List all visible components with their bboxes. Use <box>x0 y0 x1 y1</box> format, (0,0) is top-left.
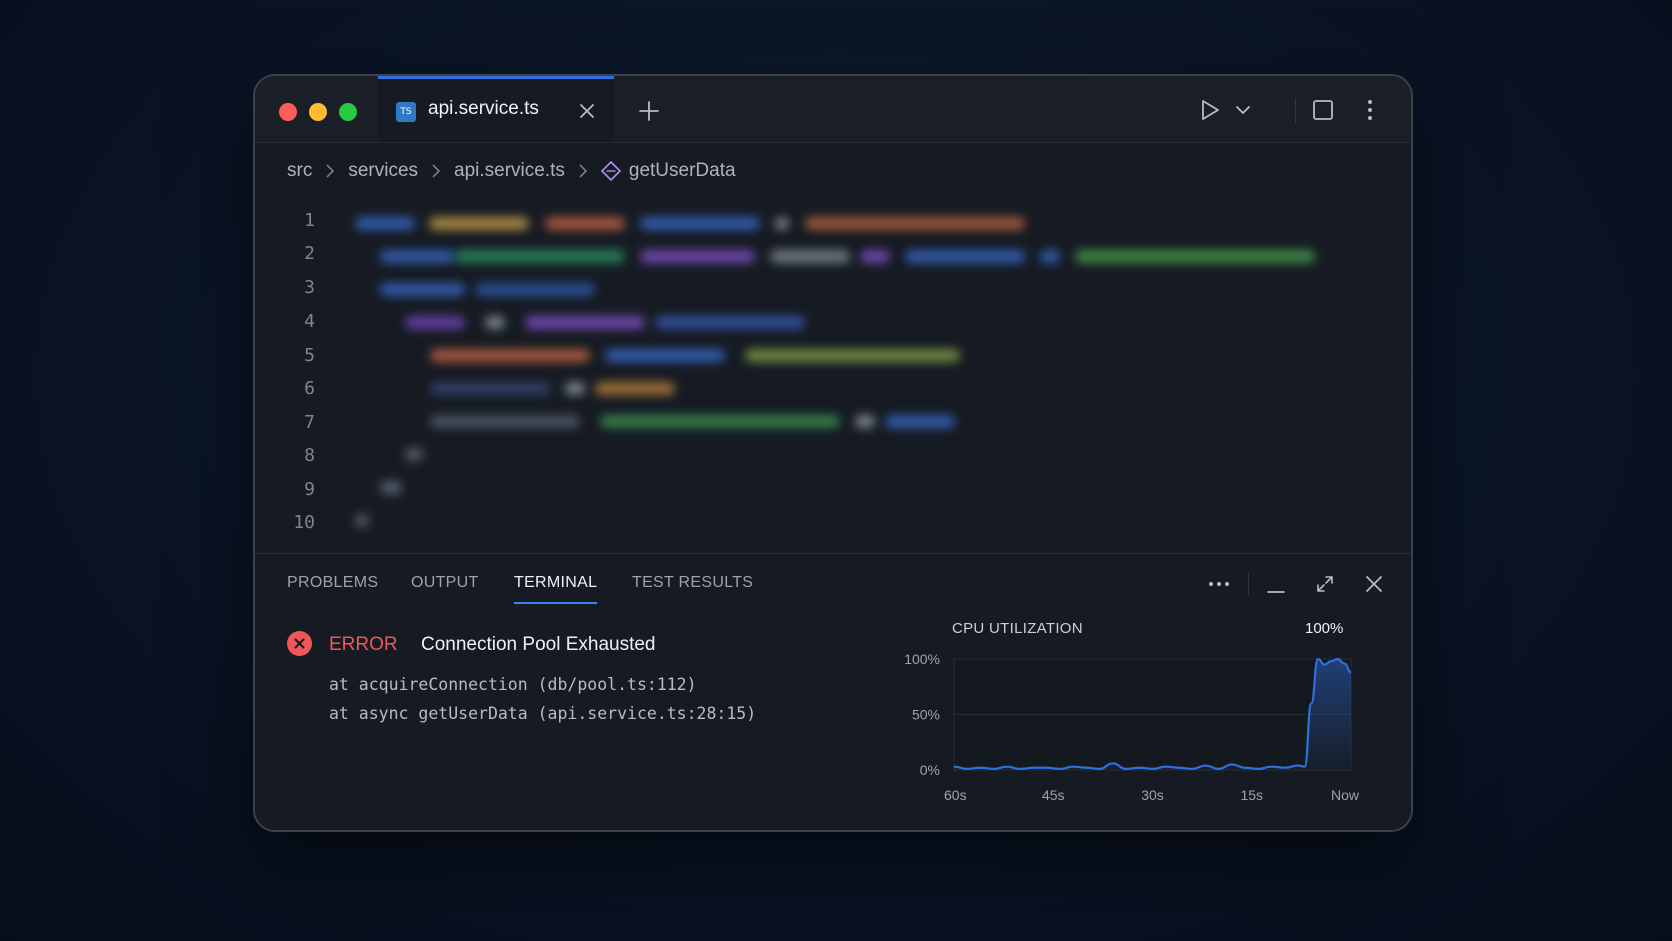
blurred-code-token <box>430 415 580 428</box>
breadcrumb: src services api.service.ts getUserData <box>287 156 736 186</box>
active-tab-indicator <box>378 76 614 79</box>
blurred-code-token <box>405 448 423 461</box>
y-tick-label: 100% <box>904 651 940 667</box>
blurred-code-token <box>600 415 840 428</box>
blurred-code-token <box>565 382 585 395</box>
close-window-button[interactable] <box>279 103 297 121</box>
editor-window: TS api.service.ts src services api.servi… <box>253 74 1413 832</box>
line-number: 10 <box>293 512 315 533</box>
cpu-utilization-chart: 100% 50% 0%60s 45s 30s 15s Now <box>904 651 1360 803</box>
close-panel-icon[interactable] <box>1364 574 1384 594</box>
more-vertical-icon[interactable] <box>1366 98 1374 122</box>
blurred-code-token <box>380 283 465 296</box>
line-number: 6 <box>304 378 315 399</box>
tab-terminal[interactable]: TERMINAL <box>514 574 597 592</box>
breadcrumb-item-symbol[interactable]: getUserData <box>629 160 736 182</box>
blurred-code-token <box>605 349 725 362</box>
blurred-code-token <box>855 415 875 428</box>
y-tick-label: 50% <box>912 707 940 723</box>
blurred-code-token <box>805 217 1025 230</box>
method-symbol-icon <box>600 161 621 181</box>
blurred-code-token <box>429 217 529 230</box>
title-bar: TS api.service.ts <box>255 76 1411 143</box>
blurred-code-token <box>475 283 595 296</box>
blurred-code-token <box>905 250 1025 263</box>
run-icon[interactable] <box>1199 98 1221 122</box>
blurred-code-token <box>770 250 850 263</box>
x-tick-label: Now <box>1331 787 1360 803</box>
blurred-code-token <box>430 382 550 395</box>
blurred-code-token <box>405 316 465 329</box>
chevron-right-icon <box>432 164 441 178</box>
stack-trace-line: at acquireConnection (db/pool.ts:112) <box>329 675 697 694</box>
blurred-code-token <box>640 217 760 230</box>
x-tick-label: 45s <box>1042 787 1065 803</box>
breadcrumb-item-services[interactable]: services <box>348 160 418 182</box>
tab-label: api.service.ts <box>428 98 539 119</box>
line-number: 5 <box>304 345 315 366</box>
line-number: 3 <box>304 277 315 298</box>
blurred-code-token <box>355 514 369 527</box>
minimize-panel-icon[interactable] <box>1265 574 1287 596</box>
blurred-code-token <box>380 481 402 494</box>
blurred-code-token <box>655 316 805 329</box>
blurred-code-token <box>430 349 590 362</box>
error-icon <box>287 631 312 656</box>
blurred-code-token <box>455 250 625 263</box>
line-number: 7 <box>304 412 315 433</box>
toolbar-divider <box>1295 98 1296 124</box>
more-horizontal-icon[interactable] <box>1208 581 1230 587</box>
blurred-code-token <box>640 250 755 263</box>
active-panel-tab-indicator <box>514 602 597 604</box>
chevron-right-icon <box>326 164 335 178</box>
blurred-code-token <box>1075 250 1315 263</box>
line-number: 4 <box>304 311 315 332</box>
new-tab-icon[interactable] <box>637 99 661 123</box>
line-number: 2 <box>304 243 315 264</box>
panel-toolbar-divider <box>1248 572 1249 596</box>
chevron-right-icon <box>579 164 587 178</box>
tab-output[interactable]: OUTPUT <box>411 574 479 592</box>
breadcrumb-item-file[interactable]: api.service.ts <box>454 160 565 182</box>
minimize-window-button[interactable] <box>309 103 327 121</box>
blurred-code-token <box>745 349 960 362</box>
x-tick-label: 60s <box>944 787 967 803</box>
maximize-window-button[interactable] <box>339 103 357 121</box>
bottom-panel: PROBLEMS OUTPUT TERMINAL TEST RESULTS ER… <box>255 553 1411 830</box>
line-number: 9 <box>304 479 315 500</box>
blurred-code-token <box>485 316 505 329</box>
line-number: 8 <box>304 445 315 466</box>
chevron-down-icon[interactable] <box>1235 104 1251 116</box>
y-tick-label: 0% <box>920 762 940 778</box>
blurred-code-token <box>525 316 645 329</box>
blurred-code-token <box>860 250 890 263</box>
error-message: Connection Pool Exhausted <box>421 634 656 655</box>
blurred-code-token <box>595 382 675 395</box>
blurred-code-token <box>1040 250 1060 263</box>
split-editor-icon[interactable] <box>1312 99 1334 121</box>
blurred-code-token <box>355 217 415 230</box>
blurred-code-token <box>775 217 789 230</box>
x-tick-label: 30s <box>1141 787 1164 803</box>
tab-problems[interactable]: PROBLEMS <box>287 574 378 592</box>
blurred-code-token <box>380 250 455 263</box>
blurred-code-token <box>545 217 625 230</box>
tab-api-service[interactable]: TS api.service.ts <box>378 76 614 142</box>
breadcrumb-item-src[interactable]: src <box>287 160 312 182</box>
tab-test-results[interactable]: TEST RESULTS <box>632 574 753 592</box>
line-number: 1 <box>304 210 315 231</box>
maximize-panel-icon[interactable] <box>1315 574 1335 594</box>
typescript-file-icon: TS <box>396 102 416 122</box>
stack-trace-line: at async getUserData (api.service.ts:28:… <box>329 704 757 723</box>
blurred-code-token <box>885 415 955 428</box>
error-level: ERROR <box>329 634 398 655</box>
x-tick-label: 15s <box>1240 787 1263 803</box>
close-tab-icon[interactable] <box>578 102 596 120</box>
